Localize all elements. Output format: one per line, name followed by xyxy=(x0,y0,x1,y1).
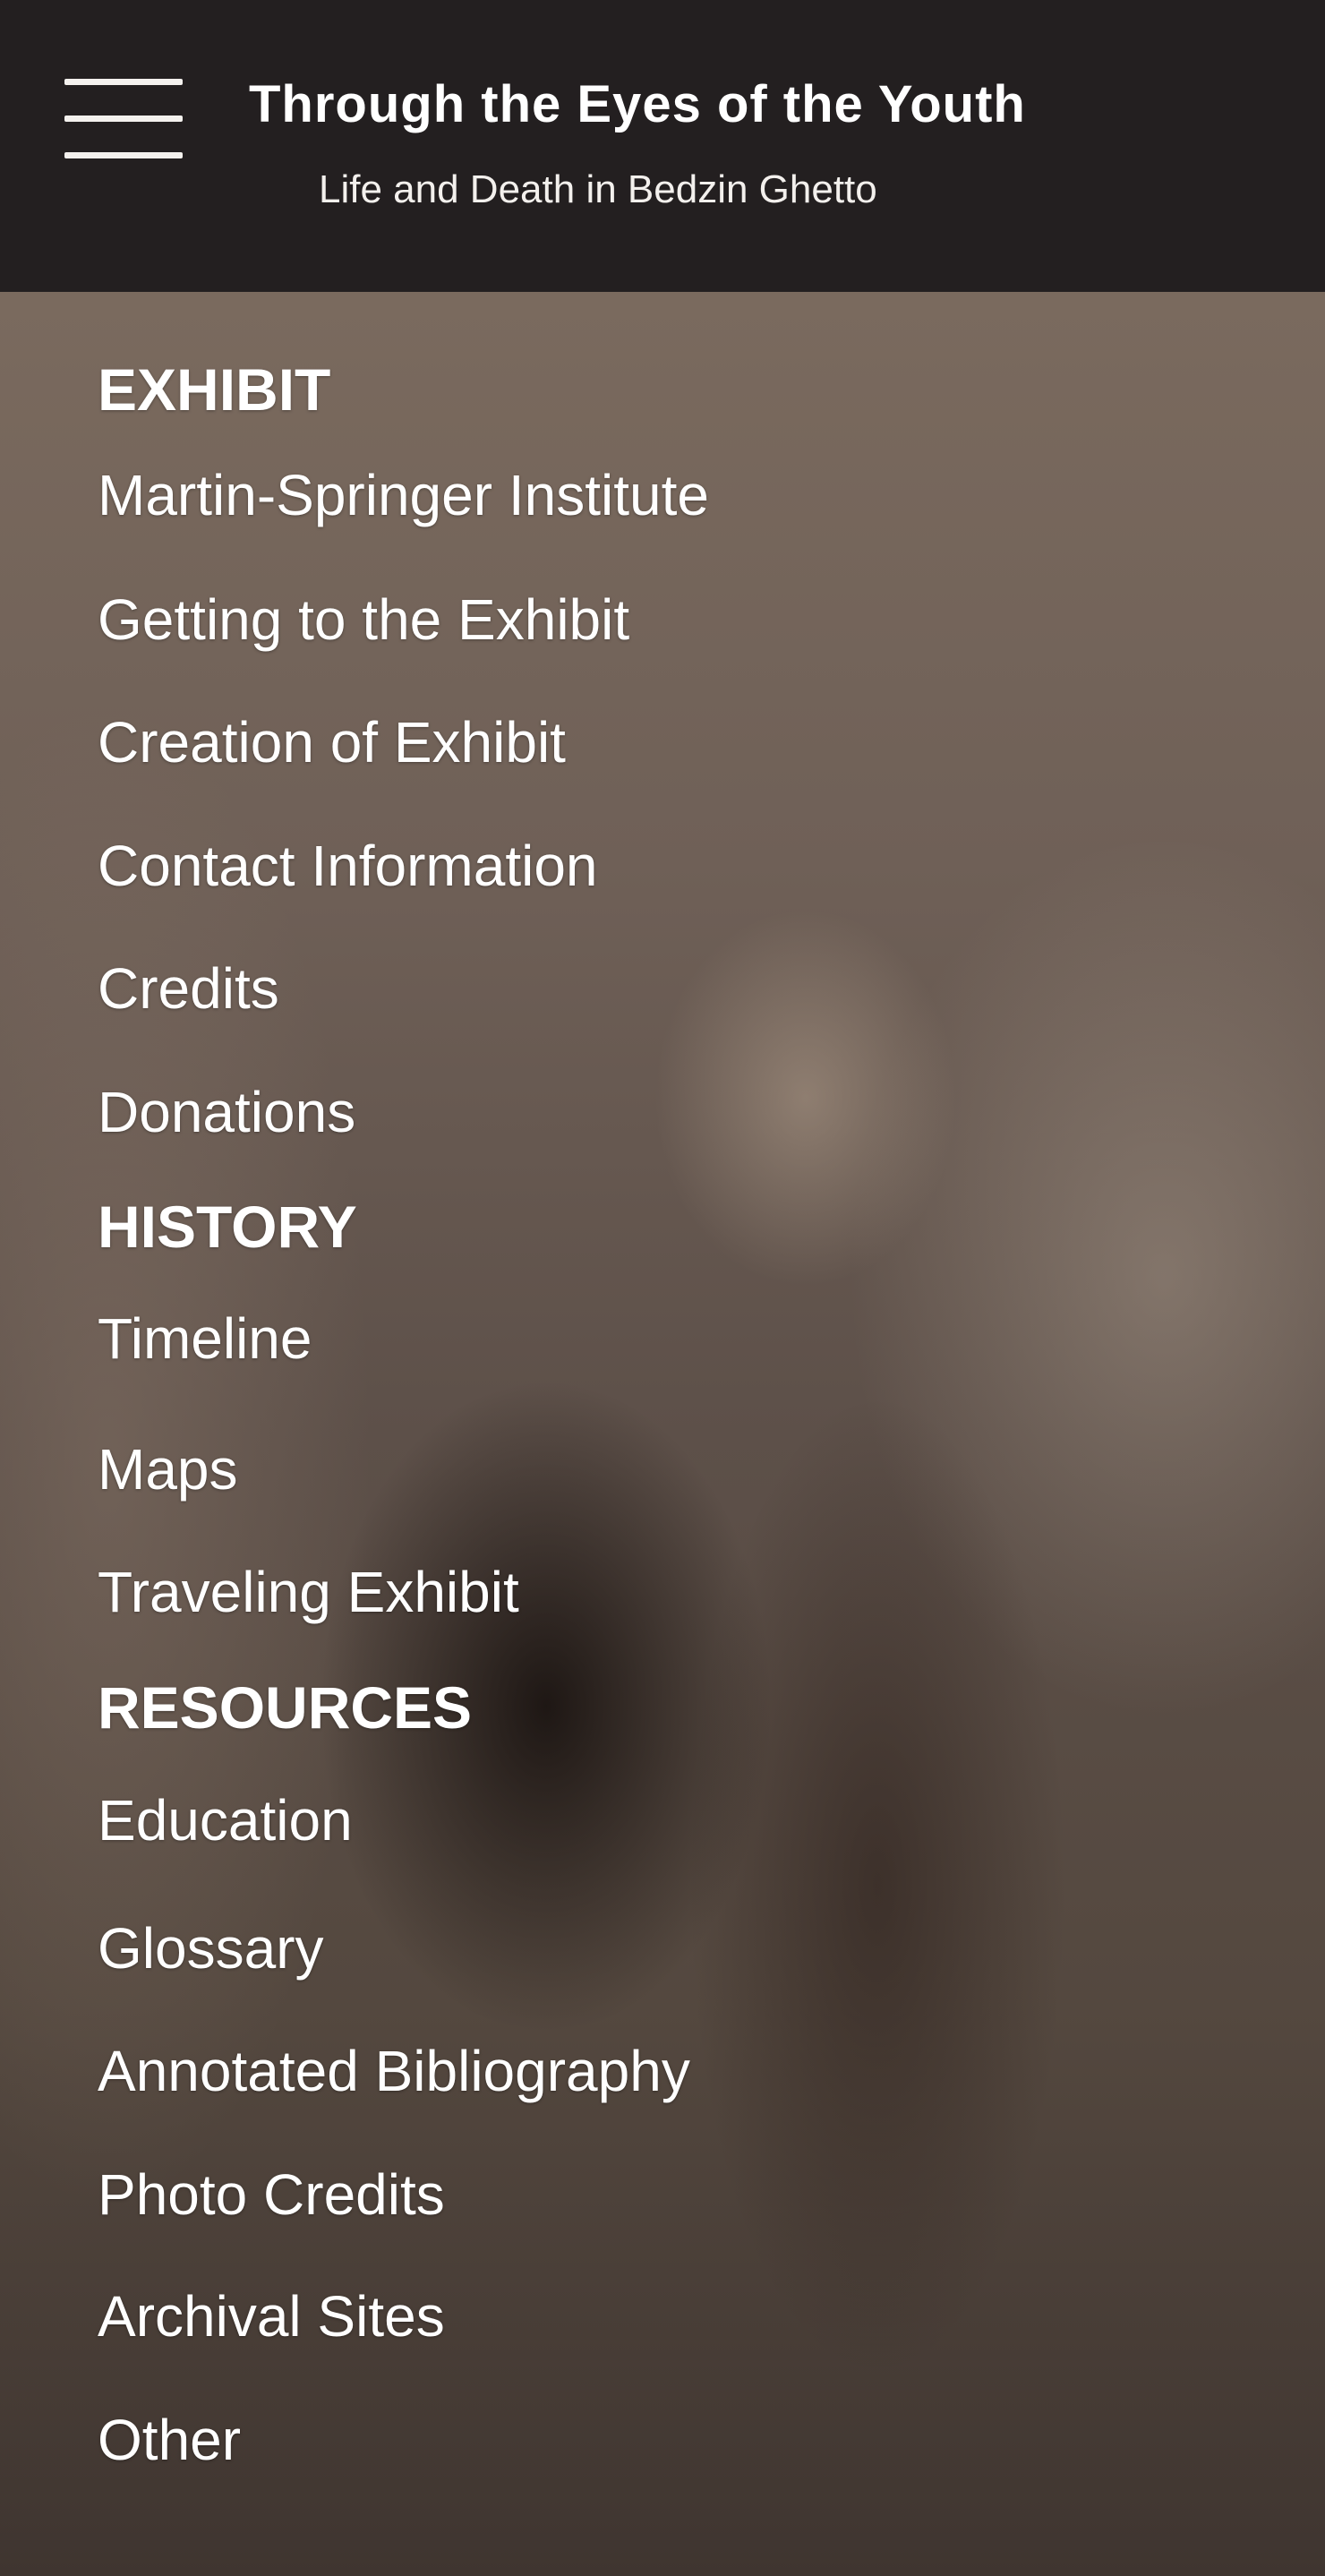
hamburger-menu-icon[interactable] xyxy=(64,79,183,159)
menu-item-education[interactable]: Education xyxy=(98,1784,353,1856)
menu-heading-history: HISTORY xyxy=(98,1194,357,1260)
menu-item-creation-of-exhibit[interactable]: Creation of Exhibit xyxy=(98,706,566,778)
site-subtitle: Life and Death in Bedzin Ghetto xyxy=(319,167,877,211)
site-header: Through the Eyes of the Youth Life and D… xyxy=(0,0,1325,292)
menu-item-donations[interactable]: Donations xyxy=(98,1076,355,1148)
menu-item-traveling-exhibit[interactable]: Traveling Exhibit xyxy=(98,1556,519,1628)
menu-item-contact-information[interactable]: Contact Information xyxy=(98,830,598,902)
hamburger-bar xyxy=(64,79,183,85)
menu-item-glossary[interactable]: Glossary xyxy=(98,1913,324,1984)
menu-item-getting-to-the-exhibit[interactable]: Getting to the Exhibit xyxy=(98,584,629,655)
menu-heading-resources: RESOURCES xyxy=(98,1674,473,1741)
menu-item-annotated-bibliography[interactable]: Annotated Bibliography xyxy=(98,2035,690,2107)
menu-item-timeline[interactable]: Timeline xyxy=(98,1303,312,1374)
menu-item-archival-sites[interactable]: Archival Sites xyxy=(98,2281,445,2352)
hamburger-bar xyxy=(64,116,183,122)
site-title[interactable]: Through the Eyes of the Youth xyxy=(249,73,1144,136)
hamburger-bar xyxy=(64,152,183,158)
menu-item-maps[interactable]: Maps xyxy=(98,1433,238,1505)
menu-item-photo-credits[interactable]: Photo Credits xyxy=(98,2159,445,2230)
menu-heading-exhibit: EXHIBIT xyxy=(98,356,331,423)
menu-item-martin-springer-institute[interactable]: Martin-Springer Institute xyxy=(98,459,709,531)
navigation-menu-panel: EXHIBIT Martin-Springer Institute Gettin… xyxy=(0,292,1325,2576)
menu-item-credits[interactable]: Credits xyxy=(98,953,279,1024)
menu-item-other[interactable]: Other xyxy=(98,2404,241,2476)
